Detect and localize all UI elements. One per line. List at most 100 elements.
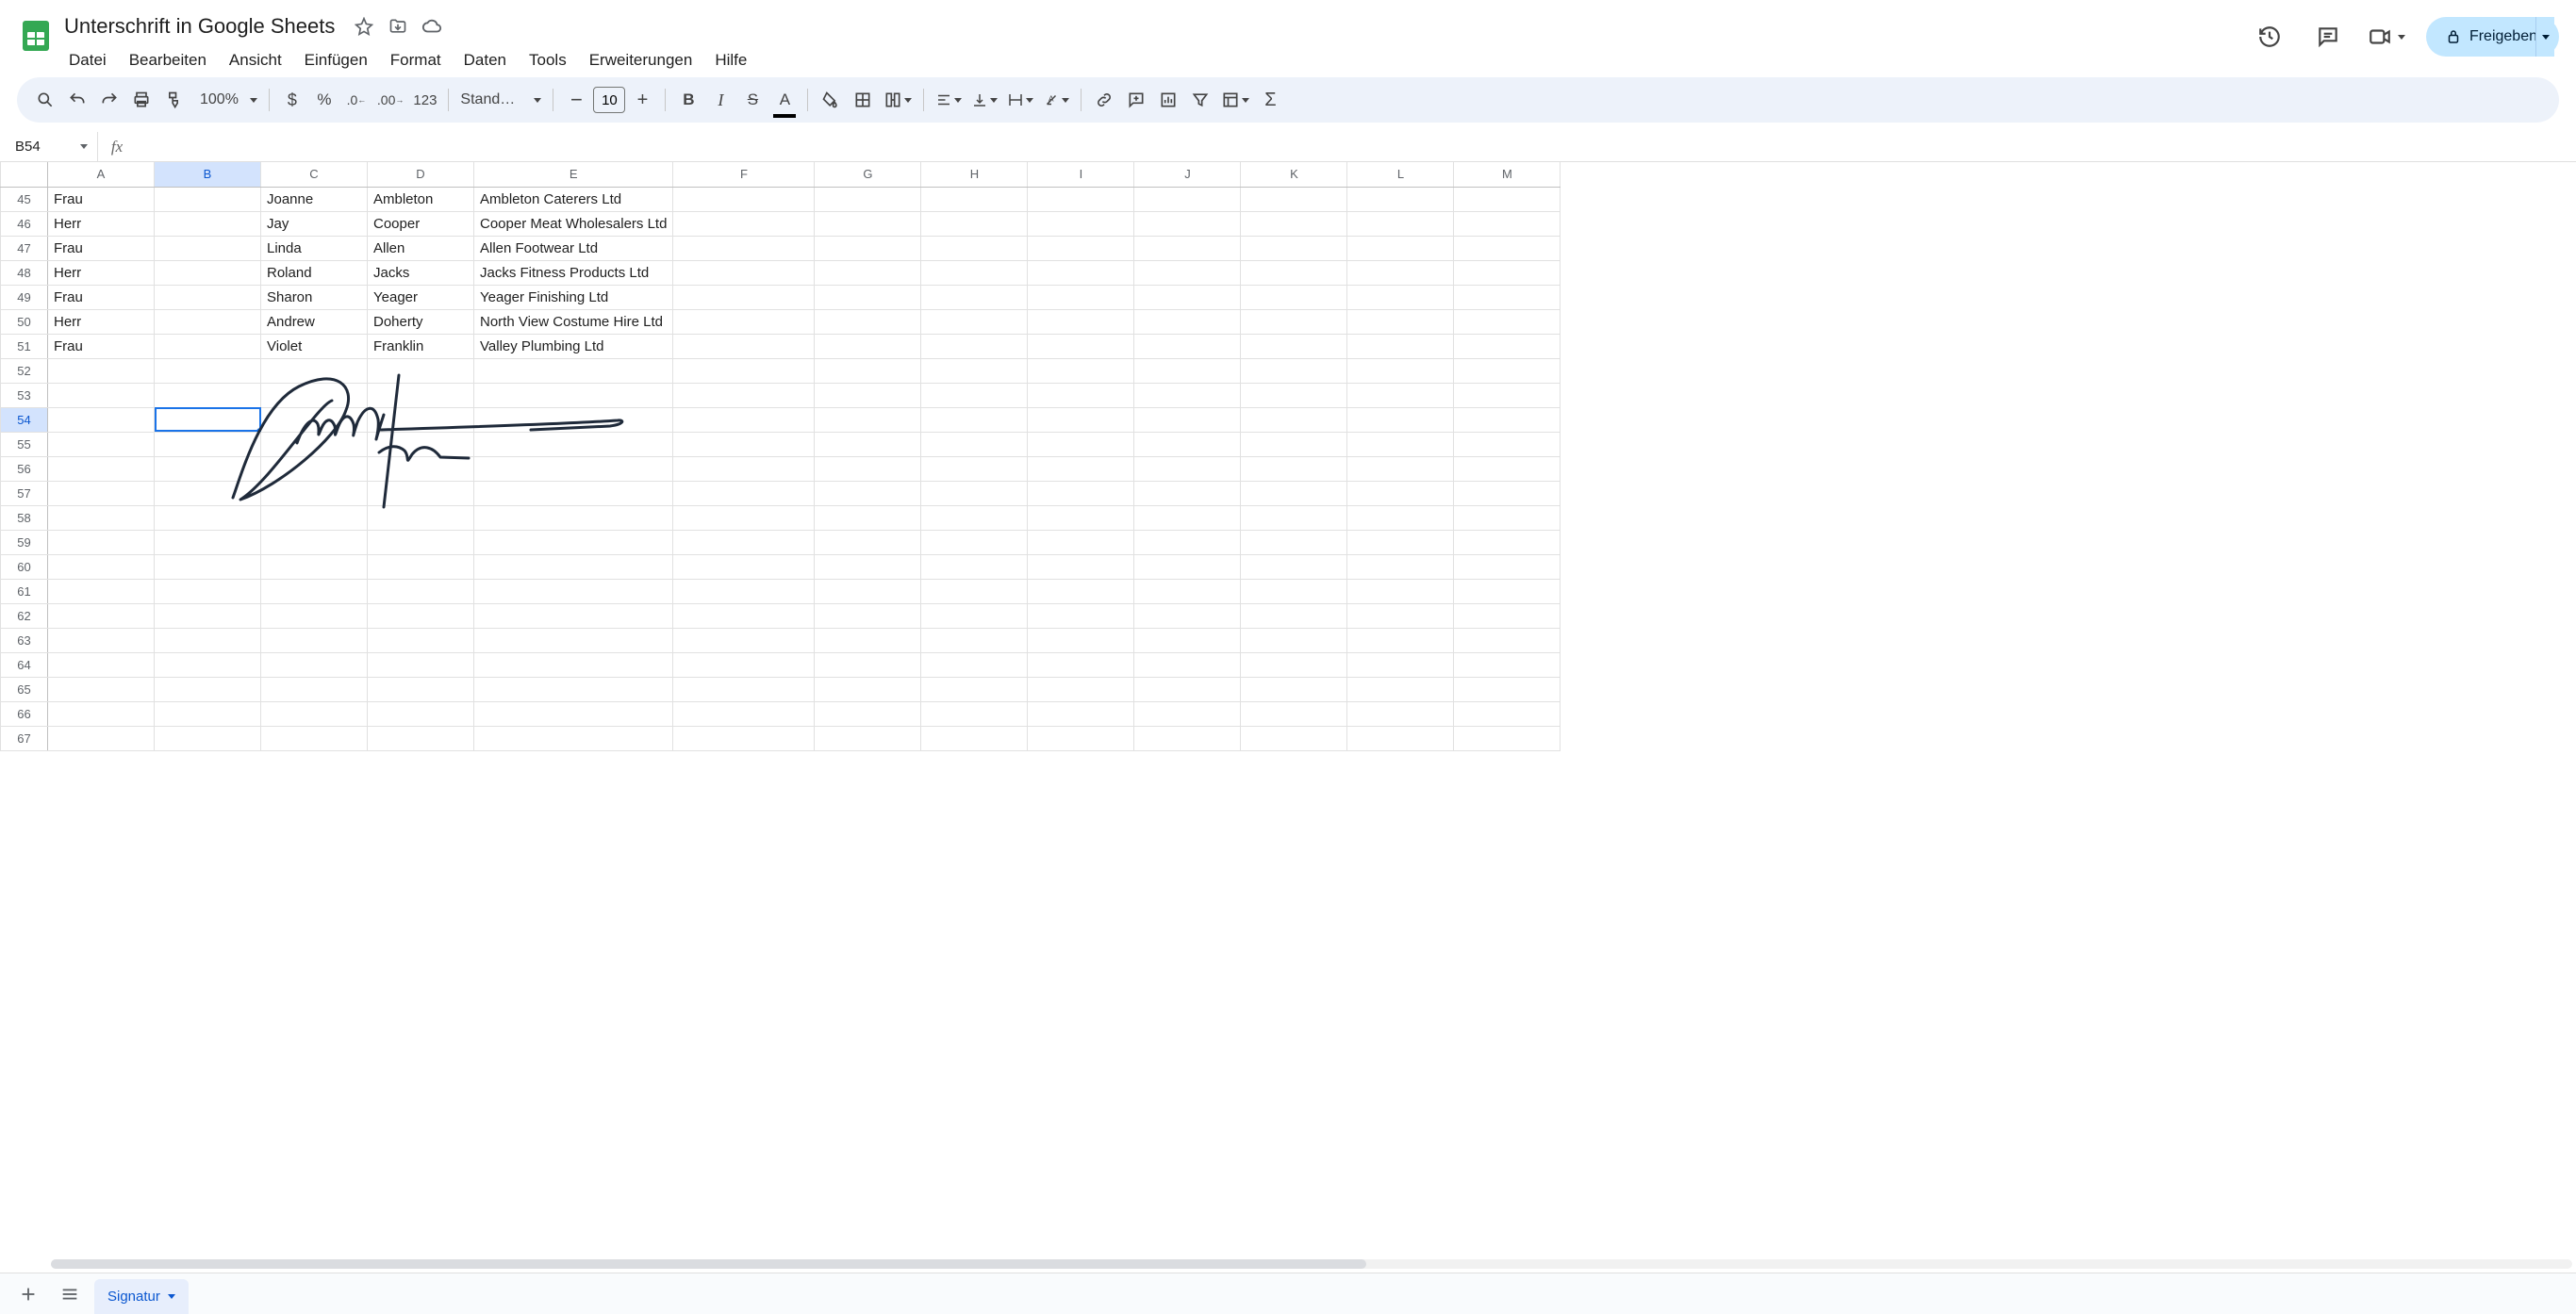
cell[interactable] (1134, 530, 1241, 554)
spreadsheet-grid[interactable]: ABCDEFGHIJKLM 45FrauJoanneAmbletonAmblet… (0, 162, 1560, 751)
cell[interactable] (1454, 652, 1560, 677)
cell[interactable]: Roland (261, 260, 368, 285)
cell[interactable] (368, 456, 474, 481)
star-icon[interactable] (354, 16, 374, 37)
cell[interactable] (1028, 407, 1134, 432)
cell[interactable] (368, 432, 474, 456)
col-header-F[interactable]: F (673, 162, 815, 187)
cell[interactable] (261, 677, 368, 701)
cell[interactable] (474, 383, 673, 407)
cell[interactable]: Frau (48, 285, 155, 309)
cell[interactable] (815, 260, 921, 285)
cell[interactable] (474, 456, 673, 481)
cell[interactable] (1241, 701, 1347, 726)
cell[interactable] (155, 652, 261, 677)
cell[interactable] (1347, 726, 1454, 750)
cell[interactable] (815, 334, 921, 358)
font-select[interactable]: Stand… (456, 85, 545, 115)
add-sheet-icon[interactable] (11, 1277, 45, 1311)
cell[interactable] (1241, 334, 1347, 358)
cell[interactable] (1241, 309, 1347, 334)
cell[interactable]: Yeager Finishing Ltd (474, 285, 673, 309)
cell[interactable] (368, 652, 474, 677)
cell[interactable] (673, 603, 815, 628)
cell[interactable] (1028, 530, 1134, 554)
cell[interactable] (1241, 358, 1347, 383)
cell[interactable] (48, 383, 155, 407)
font-size-increase-icon[interactable]: + (627, 85, 657, 115)
merge-cells-icon[interactable] (880, 85, 916, 115)
cell[interactable] (1134, 456, 1241, 481)
cell[interactable] (815, 211, 921, 236)
cell[interactable] (1454, 726, 1560, 750)
cell[interactable] (1241, 236, 1347, 260)
comment-insert-icon[interactable] (1121, 85, 1151, 115)
cell[interactable] (815, 530, 921, 554)
cell[interactable] (261, 432, 368, 456)
cell[interactable] (261, 407, 368, 432)
cell[interactable] (673, 309, 815, 334)
cell[interactable] (1028, 481, 1134, 505)
cell[interactable] (368, 407, 474, 432)
cell[interactable] (155, 285, 261, 309)
cell[interactable] (1134, 603, 1241, 628)
comments-icon[interactable] (2309, 18, 2347, 56)
cell[interactable] (1134, 505, 1241, 530)
cell[interactable] (474, 628, 673, 652)
col-header-I[interactable]: I (1028, 162, 1134, 187)
cell[interactable] (1347, 358, 1454, 383)
cell[interactable] (1028, 505, 1134, 530)
cell[interactable] (921, 383, 1028, 407)
cell[interactable] (1241, 530, 1347, 554)
cell[interactable] (1134, 309, 1241, 334)
cell[interactable] (1454, 530, 1560, 554)
cell[interactable] (1347, 579, 1454, 603)
cell[interactable] (815, 358, 921, 383)
cell[interactable] (1454, 383, 1560, 407)
cell[interactable] (673, 726, 815, 750)
cell[interactable] (1241, 211, 1347, 236)
cell[interactable] (48, 456, 155, 481)
cell[interactable]: Violet (261, 334, 368, 358)
cell[interactable]: Andrew (261, 309, 368, 334)
cell[interactable] (1454, 236, 1560, 260)
rotate-icon[interactable]: A (1039, 85, 1073, 115)
cell[interactable] (261, 652, 368, 677)
cell[interactable] (261, 481, 368, 505)
row-header[interactable]: 50 (1, 309, 48, 334)
cell[interactable] (1241, 260, 1347, 285)
cell[interactable] (1134, 285, 1241, 309)
cell[interactable] (1028, 358, 1134, 383)
cell[interactable] (261, 383, 368, 407)
cell[interactable] (1241, 456, 1347, 481)
cell[interactable] (673, 481, 815, 505)
cell[interactable] (921, 481, 1028, 505)
cell[interactable] (1134, 334, 1241, 358)
share-dropdown[interactable] (2535, 17, 2559, 57)
cell[interactable] (1454, 432, 1560, 456)
row-header[interactable]: 61 (1, 579, 48, 603)
sheets-logo[interactable] (13, 9, 58, 53)
chart-insert-icon[interactable] (1153, 85, 1183, 115)
cell[interactable] (1454, 701, 1560, 726)
row-header[interactable]: 63 (1, 628, 48, 652)
cell[interactable] (1028, 456, 1134, 481)
cell[interactable] (921, 309, 1028, 334)
cell[interactable] (673, 554, 815, 579)
cell[interactable] (1454, 603, 1560, 628)
cell[interactable]: Herr (48, 260, 155, 285)
cell[interactable] (48, 530, 155, 554)
borders-icon[interactable] (848, 85, 878, 115)
cell[interactable] (261, 530, 368, 554)
cell[interactable]: Ambleton (368, 187, 474, 211)
cell[interactable] (368, 701, 474, 726)
italic-icon[interactable]: I (705, 85, 735, 115)
cell[interactable] (1241, 481, 1347, 505)
cell[interactable] (1454, 407, 1560, 432)
cell[interactable] (155, 383, 261, 407)
cell[interactable] (815, 432, 921, 456)
col-header-L[interactable]: L (1347, 162, 1454, 187)
sheet-tab-active[interactable]: Signatur (94, 1279, 189, 1314)
row-header[interactable]: 49 (1, 285, 48, 309)
cell[interactable] (1347, 260, 1454, 285)
